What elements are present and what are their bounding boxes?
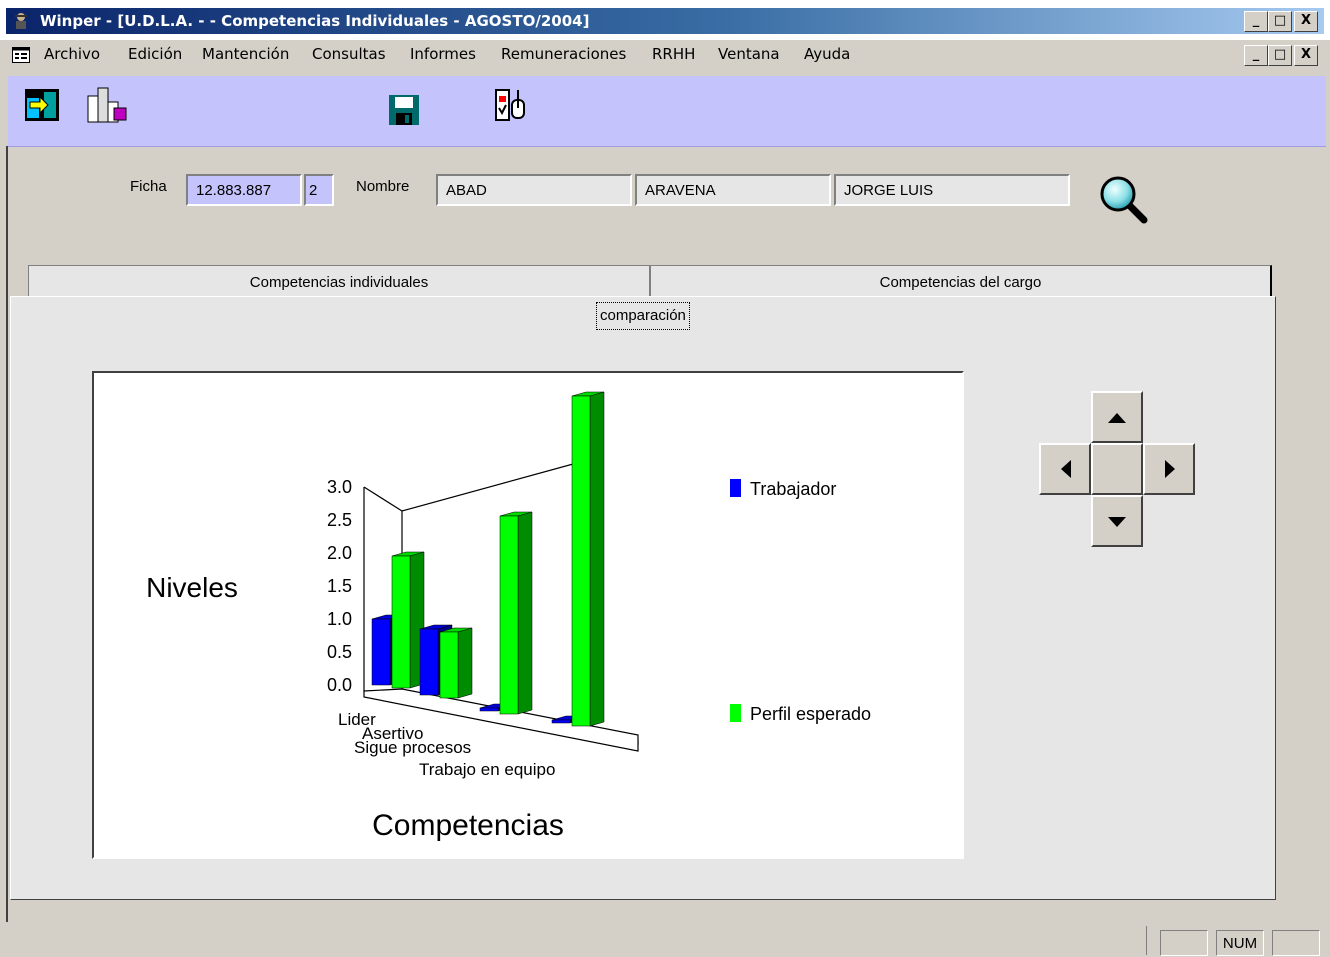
arrow-down-icon [1108,517,1126,527]
x-axis-title: Competencias [372,809,564,842]
bar-side [517,511,533,715]
y-tick-label: 2.0 [327,543,352,563]
menu-rrhh[interactable]: RRHH [652,45,695,63]
y-tick-label: 2.5 [327,510,352,530]
bar [551,719,571,724]
ficha-suffix-field[interactable]: 2 [304,174,334,206]
arrow-up-icon [1108,413,1126,423]
title-bar-strip[interactable]: Winper - [U.D.L.A. - - Competencias Indi… [6,8,1324,34]
arrow-left-icon [1061,460,1071,478]
status-divider [1146,926,1147,955]
tab-competencias-cargo[interactable]: Competencias del cargo [650,265,1272,297]
nav-center [1091,443,1143,495]
status-bar [0,922,1330,955]
bar [391,555,411,689]
status-scroll [1272,930,1320,956]
y-ticks: 3.0 2.5 2.0 1.5 1.0 0.5 0.0 [327,477,352,695]
chart-svg: Niveles Competencias 3.0 2.5 2.0 1.5 1.0 0.5 0… [146,391,871,842]
ficha-label: Ficha [130,178,167,195]
mdi-close-button[interactable]: X [1294,45,1318,66]
menu-consultas[interactable]: Consultas [312,45,386,63]
bar [439,631,459,699]
y-tick-label: 3.0 [327,477,352,497]
y-tick-label: 1.0 [327,609,352,629]
x-category-label: Sigue procesos [354,738,471,757]
exit-icon[interactable] [24,88,60,122]
mdi-restore-button[interactable]: □ [1268,45,1292,66]
y-tick-label: 0.0 [327,675,352,695]
legend-label: Trabajador [750,479,836,499]
nombre-label: Nombre [356,178,410,195]
menu-ventana[interactable]: Ventana [718,45,780,63]
legend-swatch [730,479,741,497]
apellido-materno-field[interactable]: ARAVENA [635,174,831,206]
restore-button[interactable]: □ [1268,11,1292,32]
reports-icon[interactable] [84,86,130,124]
app-icon [15,13,27,29]
ficha-field[interactable]: 12.883.887 [186,174,302,206]
menu-bar: Archivo Edición Mantención Consultas Inf… [6,40,1324,70]
minimize-button[interactable]: _ [1244,11,1268,32]
menu-informes[interactable]: Informes [410,45,476,63]
y-tick-label: 0.5 [327,642,352,662]
mdi-minimize-button[interactable]: _ [1244,45,1268,66]
toolbar [8,76,1326,147]
back-wall-top [363,460,585,512]
bar-side [457,627,473,699]
close-button[interactable]: X [1294,11,1318,32]
menu-archivo[interactable]: Archivo [44,45,100,63]
nav-left-button[interactable] [1039,443,1091,495]
search-icon[interactable] [1096,172,1152,226]
mdi-frame-edge [6,146,8,922]
bar [419,628,439,696]
tab-competencias-individuales[interactable]: Competencias individuales [28,265,650,297]
apellido-paterno-field[interactable]: ABAD [436,174,632,206]
status-caps [1160,930,1208,956]
nav-right-button[interactable] [1143,443,1195,495]
save-icon[interactable] [388,94,420,126]
title-bar: Winper - [U.D.L.A. - - Competencias Indi… [0,0,1330,40]
document-menu-icon[interactable] [12,47,30,63]
menu-remuneraciones[interactable]: Remuneraciones [501,45,626,63]
arrow-right-icon [1165,460,1175,478]
bar [479,707,499,712]
nav-down-button[interactable] [1091,495,1143,547]
chart-container: Niveles Competencias 3.0 2.5 2.0 1.5 1.0 0.5 0… [92,371,964,859]
bars [371,391,605,727]
bar [499,515,519,715]
select-icon[interactable] [494,88,528,124]
bar [371,618,391,686]
menu-edicion[interactable]: Edición [128,45,182,63]
menu-ayuda[interactable]: Ayuda [804,45,850,63]
status-num: NUM [1216,930,1264,956]
x-category-label: Trabajo en equipo [419,760,555,779]
bar [571,395,591,727]
legend: Trabajador Perfil esperado [730,479,871,724]
y-axis-title: Niveles [146,572,238,603]
legend-label: Perfil esperado [750,704,871,724]
y-tick-label: 1.5 [327,576,352,596]
window-title: Winper - [U.D.L.A. - - Competencias Indi… [40,12,590,30]
nav-up-button[interactable] [1091,391,1143,443]
bar-side [589,391,605,727]
nombres-field[interactable]: JORGE LUIS [834,174,1070,206]
legend-swatch [730,704,741,722]
menu-mantencion[interactable]: Mantención [202,45,289,63]
subtab-comparacion[interactable]: comparación [596,302,690,330]
